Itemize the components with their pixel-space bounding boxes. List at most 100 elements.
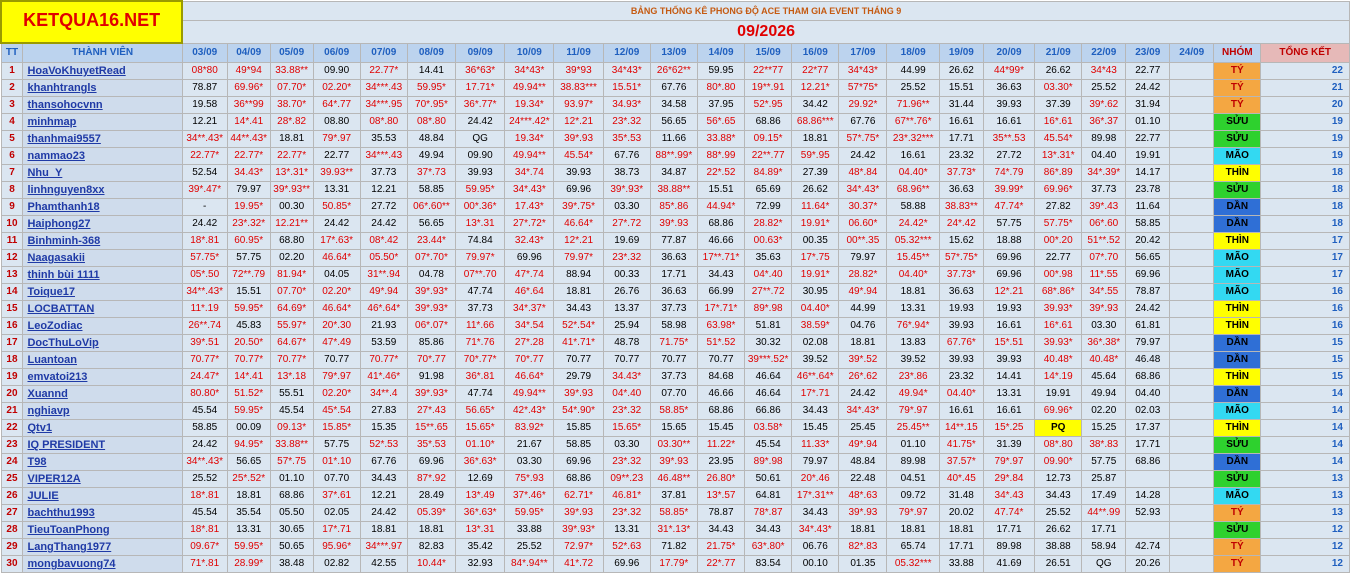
header-date: 21/09 [1034, 42, 1083, 63]
score-cell: 48*.84 [838, 164, 888, 182]
member-name-link[interactable]: thansohocvnn [22, 96, 183, 114]
score-cell: 68.86 [744, 113, 793, 131]
score-cell: 65.69 [744, 181, 793, 199]
score-cell [1169, 79, 1215, 97]
score-cell: 08*.80 [359, 113, 408, 131]
score-cell: 34*43* [602, 62, 651, 80]
score-cell: 30.65 [269, 521, 314, 539]
score-cell: 39*.43 [1081, 198, 1127, 216]
member-name-link[interactable]: minhmap [22, 113, 183, 131]
total-score: 14 [1260, 453, 1350, 471]
member-name-link[interactable]: IQ PRESIDENT [22, 436, 183, 454]
member-name-link[interactable]: Haiphong27 [22, 215, 183, 233]
score-cell: 08*.80 [1034, 436, 1083, 454]
score-cell: 46.64* [504, 368, 555, 386]
member-name-link[interactable]: T98 [22, 453, 183, 471]
member-name-link[interactable]: LeoZodiac [22, 317, 183, 335]
row-number: 1 [0, 62, 24, 80]
score-cell: 12*.21 [982, 283, 1036, 301]
member-name-link[interactable]: LangThang1977 [22, 538, 183, 556]
site-logo[interactable]: KETQUA16.NET [0, 0, 184, 44]
member-name-link[interactable]: LOCBATTAN [22, 300, 183, 318]
member-name-link[interactable]: emvatoi213 [22, 368, 183, 386]
score-cell: 68.80 [269, 232, 314, 250]
member-name-link[interactable]: nammao23 [22, 147, 183, 165]
total-score: 14 [1260, 436, 1350, 454]
member-name-link[interactable]: JULIE [22, 487, 183, 505]
score-cell: 39*.93 [553, 385, 604, 403]
score-cell: 78.87 [1125, 283, 1171, 301]
score-cell: 70.77* [269, 351, 314, 369]
member-name-link[interactable]: khanhtrangls [22, 79, 183, 97]
score-cell: 34.43* [602, 368, 651, 386]
score-cell: 49.94* [886, 385, 940, 403]
table-row: 24 T98 34**.43* 56.65 57*.75 01*.10 67.76 69.96… [0, 453, 1350, 471]
score-cell: 17*.71 [791, 385, 840, 403]
score-cell: 91.98 [406, 368, 457, 386]
score-cell: 36**99 [226, 96, 271, 114]
member-name-link[interactable]: nghiavp [22, 402, 183, 420]
member-name-link[interactable]: linhnguyen8xx [22, 181, 183, 199]
score-cell: 33.88* [696, 130, 746, 148]
member-name-link[interactable]: DocThuLoVip [22, 334, 183, 352]
member-name-link[interactable]: TieuToanPhong [22, 521, 183, 539]
score-cell: 39.93* [1034, 300, 1083, 318]
score-cell: 39*.93* [406, 300, 457, 318]
score-cell: 27.72 [359, 198, 408, 216]
score-cell: 63.98* [696, 317, 746, 335]
score-cell: 70.77* [359, 351, 408, 369]
score-cell: 36*.77* [455, 96, 506, 114]
score-cell: 26.80* [696, 470, 746, 488]
member-name-link[interactable]: thanhmai9557 [22, 130, 183, 148]
score-cell: 48.78 [602, 334, 651, 352]
score-cell: 17.71 [938, 130, 984, 148]
member-name-link[interactable]: HoaVoKhuyetRead [22, 62, 183, 80]
score-cell: 45.83 [226, 317, 271, 335]
score-cell: 79.97* [455, 249, 506, 267]
member-name-link[interactable]: Luantoan [22, 351, 183, 369]
score-cell [1169, 96, 1215, 114]
group-badge: TÝ [1213, 555, 1262, 573]
member-name-link[interactable]: Toique17 [22, 283, 183, 301]
member-name-link[interactable]: VIPER12A [22, 470, 183, 488]
member-name-link[interactable]: mongbavuong74 [22, 555, 183, 573]
score-cell: 34.43 [1034, 487, 1083, 505]
score-cell: 70.77 [649, 351, 698, 369]
table-row: 14 Toique17 34**.43* 15.51 07.70* 02.20* 49*.9… [0, 283, 1350, 301]
score-cell: 34*.37* [504, 300, 555, 318]
member-name-link[interactable]: Naagasakii [22, 249, 183, 267]
score-cell: 89*.98 [744, 300, 793, 318]
member-name-link[interactable]: bachthu1993 [22, 504, 183, 522]
score-cell [1169, 113, 1215, 131]
score-cell: 80.80* [181, 385, 228, 403]
score-cell: 64.67* [269, 334, 314, 352]
header-date: 13/09 [649, 42, 698, 63]
score-cell: 56.65* [455, 402, 506, 420]
member-name-link[interactable]: Nhu_Y [22, 164, 183, 182]
member-name-link[interactable]: thinh bùi 1111 [22, 266, 183, 284]
score-cell: 21.67 [504, 436, 555, 454]
member-name-link[interactable]: Qtv1 [22, 419, 183, 437]
score-cell: 36.63 [938, 283, 984, 301]
score-cell: 03.30 [602, 198, 651, 216]
score-cell [1169, 215, 1215, 233]
table-row: 13 thinh bùi 1111 05*.50 72**.79 81.94* 04.05… [0, 266, 1350, 284]
score-cell: 56.65 [226, 453, 271, 471]
score-cell: 71.96** [886, 96, 940, 114]
score-cell: 04.05 [312, 266, 361, 284]
table-row: 8 linhnguyen8xx 39*.47* 79.97 39*.93** 13.31 1… [0, 181, 1350, 199]
score-cell: 19.91 [1034, 385, 1083, 403]
member-name-link[interactable]: Binhminh-368 [22, 232, 183, 250]
score-cell: 15.62 [938, 232, 984, 250]
score-cell: 04.40* [886, 266, 940, 284]
score-cell: 68.86*** [791, 113, 840, 131]
score-cell [1169, 538, 1215, 556]
score-cell: 17*.71 [312, 521, 361, 539]
member-name-link[interactable]: Phamthanh18 [22, 198, 183, 216]
score-cell: 15.85* [312, 419, 361, 437]
score-cell: 18.81 [553, 283, 604, 301]
member-name-link[interactable]: Xuannd [22, 385, 183, 403]
row-number: 12 [0, 249, 24, 267]
score-cell: 18.81 [406, 521, 457, 539]
score-cell: 35*.53 [602, 130, 651, 148]
